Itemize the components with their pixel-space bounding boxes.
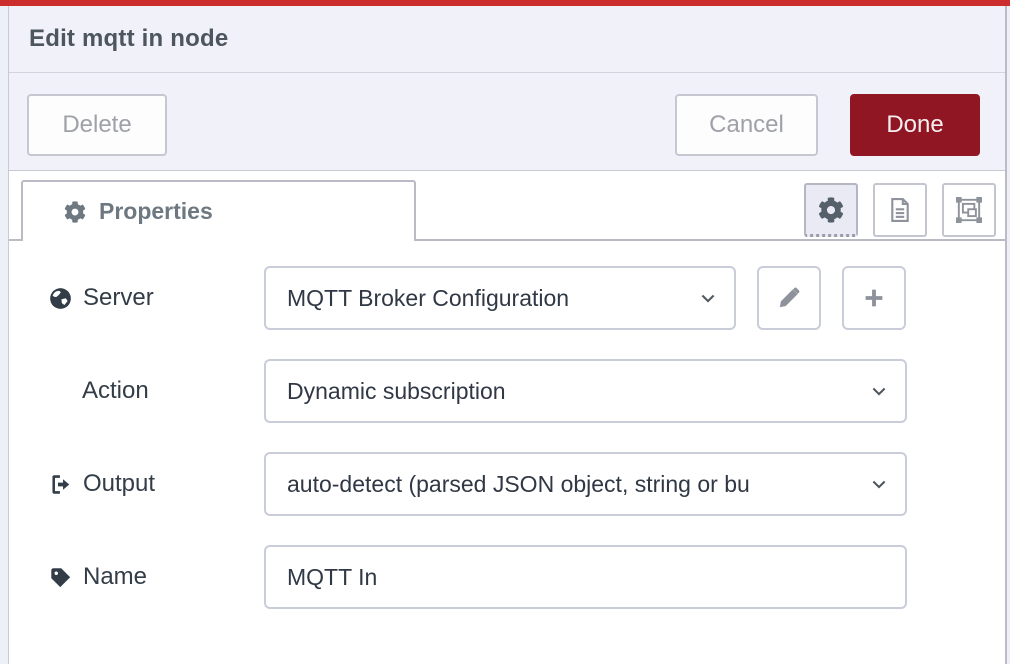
- tab-properties-label: Properties: [99, 198, 213, 225]
- action-label-text: Action: [82, 377, 149, 405]
- name-label-text: Name: [83, 563, 147, 591]
- cancel-button[interactable]: Cancel: [675, 94, 818, 156]
- server-select-value: MQTT Broker Configuration: [287, 285, 569, 312]
- properties-form: Server MQTT Broker Configuration: [9, 241, 1005, 609]
- pencil-icon: [777, 286, 801, 310]
- action-label: Action: [49, 377, 264, 405]
- name-label: Name: [49, 563, 264, 591]
- chevron-down-icon: [698, 288, 718, 308]
- tab-properties[interactable]: Properties: [21, 180, 416, 241]
- dialog-buttonbar: Delete Cancel Done: [9, 73, 1005, 171]
- name-row: Name: [49, 545, 1005, 609]
- chevron-down-icon: [869, 381, 889, 401]
- description-tab-button[interactable]: [873, 183, 927, 237]
- output-label: Output: [49, 470, 264, 498]
- server-select[interactable]: MQTT Broker Configuration: [264, 266, 736, 330]
- name-input[interactable]: [264, 545, 907, 609]
- add-server-button[interactable]: [842, 266, 906, 330]
- edit-mqtt-in-dialog: Edit mqtt in node Delete Cancel Done Pro…: [8, 6, 1007, 664]
- output-select[interactable]: auto-detect (parsed JSON object, string …: [264, 452, 907, 516]
- server-row: Server MQTT Broker Configuration: [49, 266, 1005, 330]
- action-row: Action Dynamic subscription: [49, 359, 1005, 423]
- properties-tab-button[interactable]: [804, 183, 858, 237]
- dialog-header: Edit mqtt in node: [9, 6, 1005, 73]
- server-label-text: Server: [83, 284, 154, 312]
- gear-icon: [64, 201, 86, 223]
- tag-icon: [49, 566, 72, 589]
- editor-tab-row: Properties: [9, 171, 1005, 241]
- edit-server-button[interactable]: [757, 266, 821, 330]
- plus-icon: [862, 286, 886, 310]
- edit-node-tray: Edit mqtt in node Delete Cancel Done Pro…: [0, 0, 1010, 664]
- appearance-tab-button[interactable]: [942, 183, 996, 237]
- output-row: Output auto-detect (parsed JSON object, …: [49, 452, 1005, 516]
- page-title: Edit mqtt in node: [29, 25, 228, 53]
- appearance-icon: [955, 196, 983, 224]
- globe-icon: [49, 287, 72, 310]
- gear-icon: [818, 197, 844, 223]
- delete-button[interactable]: Delete: [27, 94, 167, 156]
- chevron-down-icon: [869, 474, 889, 494]
- server-label: Server: [49, 284, 264, 312]
- action-select[interactable]: Dynamic subscription: [264, 359, 907, 423]
- sign-out-icon: [49, 473, 72, 496]
- output-label-text: Output: [83, 470, 155, 498]
- document-icon: [886, 196, 914, 224]
- output-select-value: auto-detect (parsed JSON object, string …: [287, 471, 750, 498]
- tab-icon-buttons: [804, 183, 996, 237]
- done-button[interactable]: Done: [850, 94, 980, 156]
- action-select-value: Dynamic subscription: [287, 378, 506, 405]
